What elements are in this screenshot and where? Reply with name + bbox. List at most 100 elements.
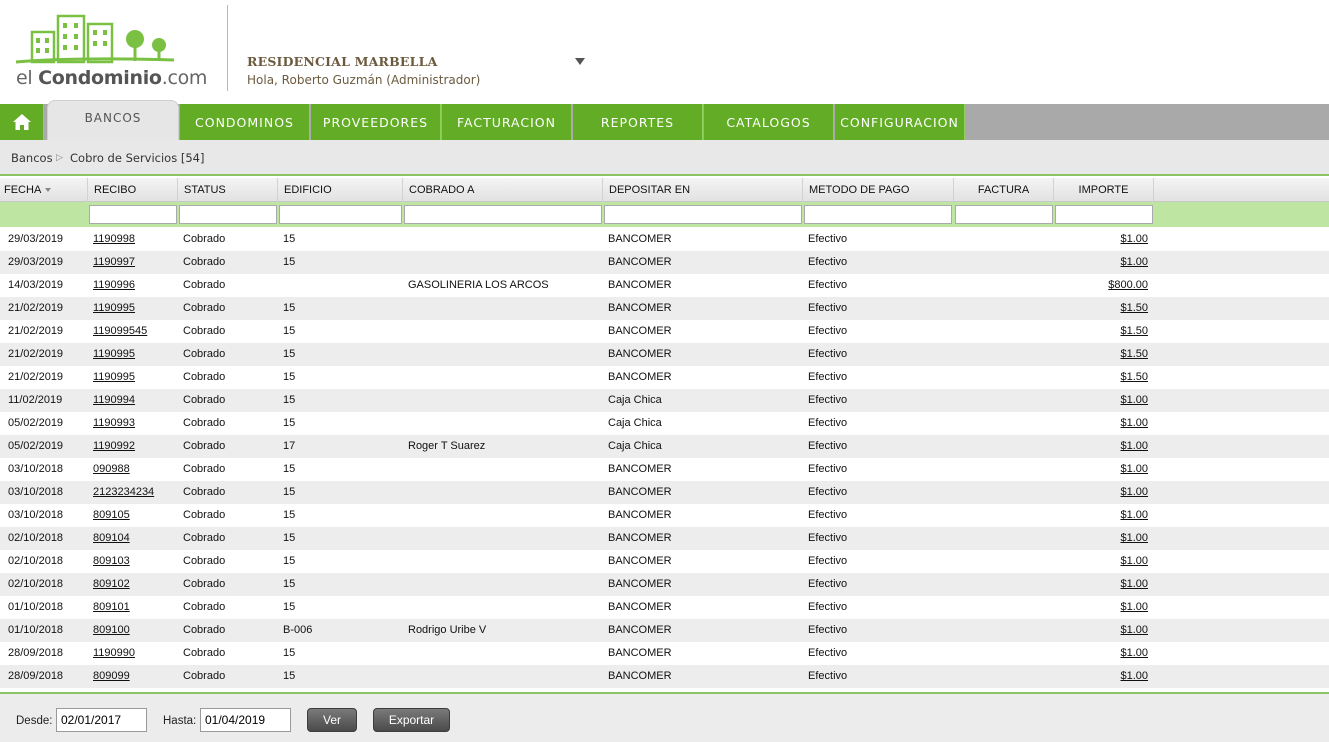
logo-text[interactable]: el Condominio.com [16, 67, 207, 89]
cell-importe[interactable]: $1.00 [1120, 550, 1148, 573]
cell-status: Cobrado [183, 555, 226, 567]
table-row[interactable]: 28/09/2018 809099 Cobrado 15 BANCOMER Efectiv… [0, 665, 1329, 688]
table-row[interactable]: 14/03/2019 1190996 Cobrado GASOLINERIA LOS … [0, 274, 1329, 297]
cell-importe[interactable]: $1.50 [1120, 320, 1148, 343]
table-row[interactable]: 21/02/2019 119099545 Cobrado 15 BANCOMER Efec… [0, 320, 1329, 343]
cell-recibo[interactable]: 809103 [93, 550, 130, 573]
cell-importe[interactable]: $1.00 [1120, 642, 1148, 665]
cell-importe[interactable]: $1.00 [1120, 573, 1148, 596]
tab-condominos[interactable]: CONDOMINOS [180, 104, 310, 140]
cell-depositar-en: Caja Chica [608, 394, 662, 406]
col-header-depositar-en[interactable]: DEPOSITAR EN [603, 178, 803, 202]
cell-recibo[interactable]: 1190995 [93, 343, 135, 366]
cell-importe[interactable]: $1.00 [1120, 458, 1148, 481]
cell-fecha: 05/02/2019 [8, 440, 64, 452]
table-row[interactable]: 21/02/2019 1190995 Cobrado 15 BANCOMER Efecti… [0, 343, 1329, 366]
cell-importe[interactable]: $1.00 [1120, 389, 1148, 412]
col-header-edificio[interactable]: EDIFICIO [278, 178, 403, 202]
cell-depositar-en: BANCOMER [608, 325, 672, 337]
condominium-dropdown-icon[interactable] [575, 58, 585, 65]
cell-recibo[interactable]: 1190992 [93, 435, 135, 458]
cell-recibo[interactable]: 1190996 [93, 274, 135, 297]
cell-metodo-de-pago: Efectivo [808, 624, 848, 636]
table-row[interactable]: 01/10/2018 809100 Cobrado B-006 Rodrigo Urib… [0, 619, 1329, 642]
cell-importe[interactable]: $1.50 [1120, 343, 1148, 366]
cell-importe[interactable]: $1.00 [1120, 527, 1148, 550]
cell-recibo[interactable]: 1190993 [93, 412, 135, 435]
cell-recibo[interactable]: 1190995 [93, 366, 135, 389]
cell-importe[interactable]: $1.00 [1120, 251, 1148, 274]
table-row[interactable]: 21/02/2019 1190995 Cobrado 15 BANCOMER Efecti… [0, 366, 1329, 389]
hasta-date-input[interactable] [200, 708, 291, 732]
ver-button[interactable]: Ver [307, 708, 357, 732]
cell-importe[interactable]: $1.50 [1120, 297, 1148, 320]
table-row[interactable]: 29/03/2019 1190998 Cobrado 15 BANCOMER Efecti… [0, 228, 1329, 251]
home-icon [12, 114, 31, 130]
cell-importe[interactable]: $1.00 [1120, 665, 1148, 688]
cell-recibo[interactable]: 1190994 [93, 389, 135, 412]
filter-depositar-en-input[interactable] [604, 205, 802, 224]
cell-recibo[interactable]: 090988 [93, 458, 130, 481]
cell-recibo[interactable]: 809099 [93, 665, 130, 688]
cell-recibo[interactable]: 809102 [93, 573, 130, 596]
cell-recibo[interactable]: 1190997 [93, 251, 135, 274]
filter-edificio-input[interactable] [279, 205, 402, 224]
cell-importe[interactable]: $1.00 [1120, 481, 1148, 504]
cell-importe[interactable]: $1.00 [1120, 596, 1148, 619]
col-header-fecha[interactable]: FECHA [0, 178, 88, 202]
cell-recibo[interactable]: 119099545 [93, 320, 147, 343]
cell-recibo[interactable]: 809105 [93, 504, 130, 527]
tab-configuracion[interactable]: CONFIGURACION [835, 104, 965, 140]
table-row[interactable]: 05/02/2019 1190992 Cobrado 17 Roger T Suarez… [0, 435, 1329, 458]
table-row[interactable]: 28/09/2018 1190990 Cobrado 15 BANCOMER Efecti… [0, 642, 1329, 665]
filter-cobrado-a-input[interactable] [404, 205, 602, 224]
table-row[interactable]: 05/02/2019 1190993 Cobrado 15 Caja Chica Efec… [0, 412, 1329, 435]
cell-importe[interactable]: $1.00 [1120, 435, 1148, 458]
tab-reportes[interactable]: REPORTES [573, 104, 703, 140]
cell-recibo[interactable]: 1190990 [93, 642, 135, 665]
cell-recibo[interactable]: 809101 [93, 596, 130, 619]
col-header-cobrado-a[interactable]: COBRADO A [403, 178, 603, 202]
breadcrumb-bancos[interactable]: Bancos [11, 151, 53, 165]
col-header-status[interactable]: STATUS [178, 178, 278, 202]
cell-importe[interactable]: $800.00 [1108, 274, 1148, 297]
filter-recibo-input[interactable] [89, 205, 177, 224]
col-header-metodo-de-pago[interactable]: METODO DE PAGO [803, 178, 954, 202]
table-row[interactable]: 03/10/2018 809105 Cobrado 15 BANCOMER Efectiv… [0, 504, 1329, 527]
exportar-button[interactable]: Exportar [373, 708, 450, 732]
tab-catalogos[interactable]: CATALOGOS [704, 104, 834, 140]
nav-home-button[interactable] [0, 104, 44, 140]
cell-metodo-de-pago: Efectivo [808, 509, 848, 521]
col-header-recibo[interactable]: RECIBO [88, 178, 178, 202]
table-row[interactable]: 02/10/2018 809102 Cobrado 15 BANCOMER Efectiv… [0, 573, 1329, 596]
col-header-importe[interactable]: IMPORTE [1054, 178, 1154, 202]
filter-importe-input[interactable] [1055, 205, 1153, 224]
tab-facturacion[interactable]: FACTURACION [442, 104, 572, 140]
cell-recibo[interactable]: 2123234234 [93, 481, 154, 504]
filter-metodo-de-pago-input[interactable] [804, 205, 952, 224]
table-row[interactable]: 01/10/2018 809101 Cobrado 15 BANCOMER Efectiv… [0, 596, 1329, 619]
cell-importe[interactable]: $1.00 [1120, 504, 1148, 527]
table-row[interactable]: 02/10/2018 809103 Cobrado 15 BANCOMER Efectiv… [0, 550, 1329, 573]
table-row[interactable]: 02/10/2018 809104 Cobrado 15 BANCOMER Efectiv… [0, 527, 1329, 550]
condominium-name[interactable]: RESIDENCIAL MARBELLA [247, 54, 438, 69]
cell-importe[interactable]: $1.50 [1120, 366, 1148, 389]
col-header-factura[interactable]: FACTURA [954, 178, 1054, 202]
cell-recibo[interactable]: 1190995 [93, 297, 135, 320]
table-row[interactable]: 29/03/2019 1190997 Cobrado 15 BANCOMER Efecti… [0, 251, 1329, 274]
tab-proveedores[interactable]: PROVEEDORES [311, 104, 441, 140]
table-row[interactable]: 03/10/2018 090988 Cobrado 15 BANCOMER Efectiv… [0, 458, 1329, 481]
table-row[interactable]: 11/02/2019 1190994 Cobrado 15 Caja Chica Efec… [0, 389, 1329, 412]
cell-importe[interactable]: $1.00 [1120, 619, 1148, 642]
tab-bancos[interactable]: BANCOS [47, 100, 179, 140]
filter-status-input[interactable] [179, 205, 277, 224]
cell-recibo[interactable]: 809100 [93, 619, 130, 642]
table-row[interactable]: 03/10/2018 2123234234 Cobrado 15 BANCOMER Efe… [0, 481, 1329, 504]
cell-recibo[interactable]: 1190998 [93, 228, 135, 251]
table-row[interactable]: 21/02/2019 1190995 Cobrado 15 BANCOMER Efecti… [0, 297, 1329, 320]
cell-importe[interactable]: $1.00 [1120, 228, 1148, 251]
cell-recibo[interactable]: 809104 [93, 527, 130, 550]
desde-date-input[interactable] [56, 708, 147, 732]
filter-factura-input[interactable] [955, 205, 1053, 224]
cell-importe[interactable]: $1.00 [1120, 412, 1148, 435]
